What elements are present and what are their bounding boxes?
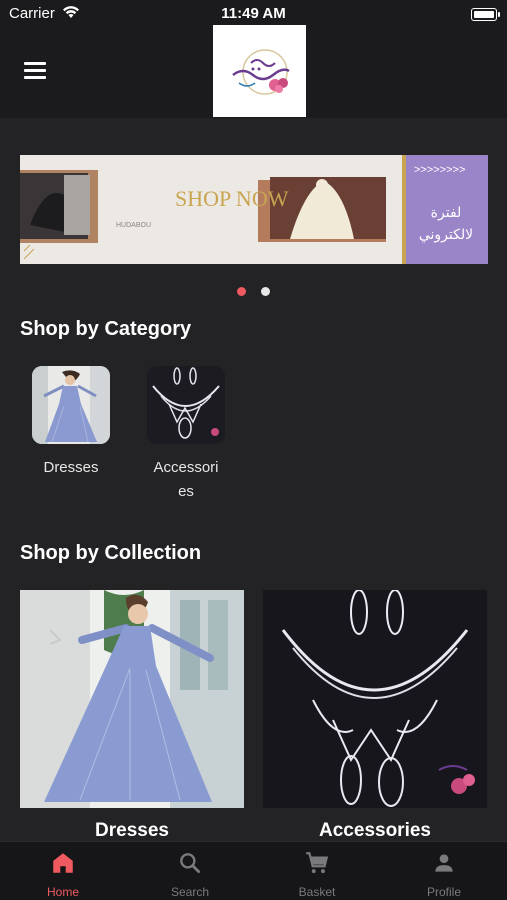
menu-icon[interactable]	[24, 62, 46, 80]
collection-section-title: Shop by Collection	[20, 542, 202, 564]
tab-basket-label: Basket	[298, 885, 336, 899]
banner-headline: SHOP NOW	[175, 186, 289, 211]
category-label-accessories: Accessori es	[153, 459, 219, 500]
tab-home-label: Home	[46, 885, 79, 899]
banner-brand: HUDABOU	[116, 222, 151, 229]
tab-profile-label: Profile	[426, 885, 461, 899]
bottom-tab-bar: Home Search Basket Profile	[0, 841, 507, 900]
search-icon	[180, 853, 201, 874]
status-bar: Carrier 11:49 AM	[0, 0, 507, 28]
person-icon	[435, 854, 453, 872]
carousel-dot[interactable]	[260, 287, 270, 296]
battery-icon	[471, 8, 500, 21]
tab-home[interactable]: Home	[0, 842, 126, 900]
promo-banner[interactable]: >>>>>>>> SHOP NOW HUDABOU لفترة لالكترون…	[20, 155, 488, 264]
banner-side-line2: لالكتروني	[419, 227, 473, 243]
banner-side-line1: لفترة	[431, 205, 462, 221]
brand-logo	[213, 25, 306, 117]
category-item-dresses[interactable]: Dresses	[31, 366, 111, 480]
collection-item-accessories[interactable]	[263, 590, 487, 808]
collection-item-dresses[interactable]	[20, 590, 244, 808]
svg-text:>>>>>>>>: >>>>>>>>	[414, 164, 465, 176]
necklace-photo	[147, 366, 225, 444]
clock: 11:49 AM	[221, 5, 286, 22]
carousel-pagination	[0, 283, 507, 296]
category-item-accessories[interactable]: Accessori es	[146, 366, 226, 504]
home-icon	[53, 853, 73, 873]
tab-profile[interactable]: Profile	[381, 842, 507, 900]
tab-search-label: Search	[170, 885, 210, 899]
category-label-dresses: Dresses	[43, 459, 99, 476]
tab-search[interactable]: Search	[127, 842, 253, 900]
category-section-title: Shop by Category	[20, 318, 192, 340]
dress-photo	[32, 366, 110, 444]
collection-label-dresses: Dresses	[95, 820, 169, 841]
cart-icon	[306, 852, 329, 874]
collection-label-accessories: Accessories	[319, 820, 431, 841]
tab-basket[interactable]: Basket	[254, 842, 380, 900]
carousel-dot-active[interactable]	[237, 287, 247, 296]
